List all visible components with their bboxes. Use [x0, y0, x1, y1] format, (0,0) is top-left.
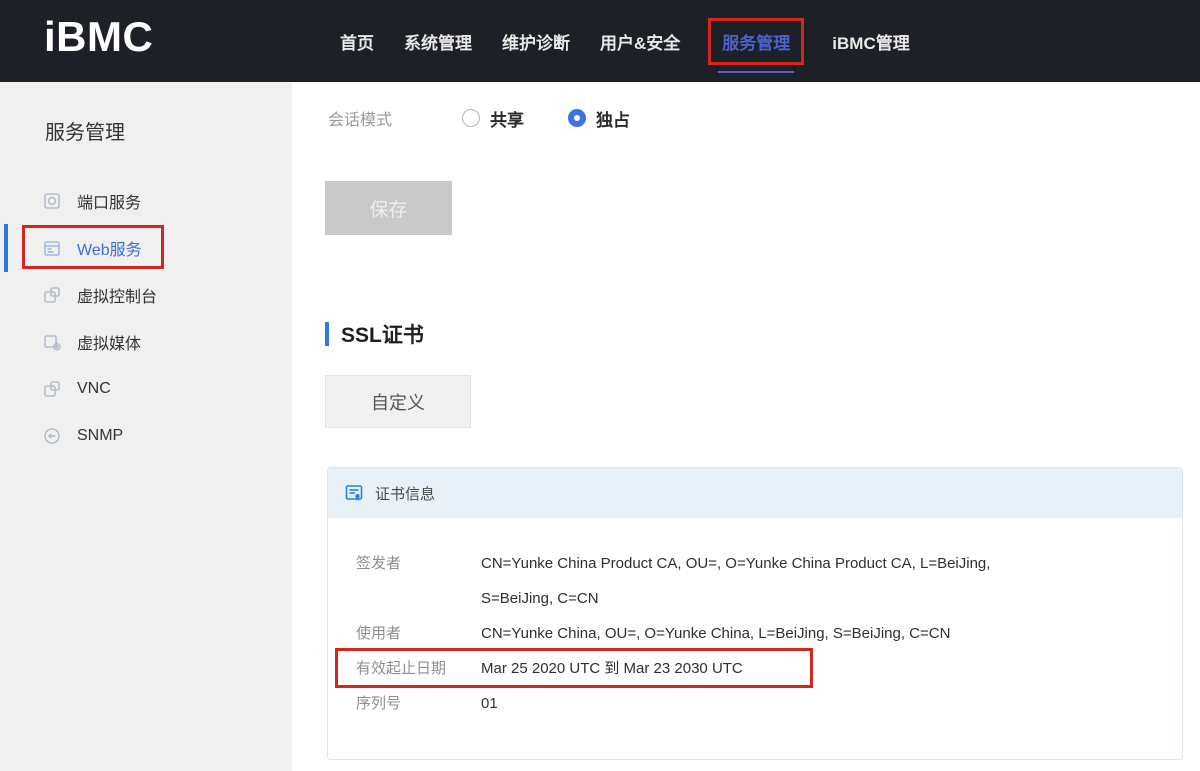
ssl-section-title: SSL证书 — [341, 319, 424, 349]
nav-item-maintenance-diagnosis[interactable]: 维护诊断 — [500, 0, 572, 82]
sidebar-item-port-service[interactable]: 端口服务 — [0, 177, 292, 224]
virtual-console-icon — [42, 285, 62, 305]
section-accent-bar — [325, 322, 329, 346]
nav-label: 首页 — [338, 21, 376, 62]
vnc-icon — [42, 379, 62, 399]
main-content: 会话模式 共享 独占 保存 SSL证书 自定义 证书信息 签发者 CN=Yunk… — [292, 82, 1200, 771]
certificate-info-panel: 证书信息 签发者 CN=Yunke China Product CA, OU=,… — [327, 467, 1183, 760]
radio-exclusive[interactable] — [568, 109, 586, 127]
cert-row-serial: 序列号 01 — [356, 686, 1182, 721]
cert-row-validity: 有效起止日期 Mar 25 2020 UTC 到 Mar 23 2030 UTC — [356, 651, 1182, 686]
certificate-panel-title: 证书信息 — [375, 483, 435, 504]
cert-row-value: Mar 25 2020 UTC 到 Mar 23 2030 UTC — [481, 651, 743, 686]
web-service-icon — [42, 238, 62, 258]
radio-shared-label: 共享 — [490, 106, 524, 131]
nav-item-service-management[interactable]: 服务管理 — [708, 0, 804, 82]
nav-label: 维护诊断 — [500, 21, 572, 62]
sidebar-item-snmp[interactable]: SNMP — [0, 412, 292, 459]
nav-label: 系统管理 — [402, 21, 474, 62]
nav-label: 用户&安全 — [598, 21, 682, 62]
cert-row-label: 有效起止日期 — [356, 651, 481, 686]
cert-row-issuer: 签发者 CN=Yunke China Product CA, OU=, O=Yu… — [356, 546, 1182, 616]
port-service-icon — [42, 191, 62, 211]
sidebar-item-virtual-media[interactable]: 虚拟媒体 — [0, 318, 292, 365]
ssl-section-header: SSL证书 — [325, 319, 424, 349]
sidebar-item-label: VNC — [77, 380, 111, 398]
cert-row-label: 序列号 — [356, 686, 481, 721]
virtual-media-icon — [42, 332, 62, 352]
cert-row-value: CN=Yunke China, OU=, O=Yunke China, L=Be… — [481, 616, 950, 651]
snmp-icon — [42, 426, 62, 446]
radio-shared[interactable] — [462, 109, 480, 127]
sidebar-title: 服务管理 — [45, 116, 292, 145]
ibmc-logo: iBMC — [44, 13, 153, 61]
sidebar-item-label: 虚拟媒体 — [77, 330, 141, 354]
sidebar-item-vnc[interactable]: VNC — [0, 365, 292, 412]
sidebar-item-label: SNMP — [77, 427, 123, 445]
cert-row-value: 01 — [481, 686, 498, 721]
top-bar: iBMC 首页 系统管理 维护诊断 用户&安全 服务管理 iBMC管理 — [0, 0, 1200, 82]
nav-item-system-management[interactable]: 系统管理 — [402, 0, 474, 82]
annotation-box-nav: 服务管理 — [708, 18, 804, 65]
session-mode-row: 会话模式 共享 独占 — [328, 104, 674, 132]
cert-row-label: 使用者 — [356, 616, 481, 651]
sidebar-item-web-service[interactable]: Web服务 — [0, 224, 292, 271]
sidebar-items: 端口服务 Web服务 虚拟控制台 虚拟媒体 VNC — [0, 177, 292, 459]
sidebar-item-virtual-console[interactable]: 虚拟控制台 — [0, 271, 292, 318]
sidebar-item-label: 虚拟控制台 — [77, 283, 157, 307]
cert-row-value: CN=Yunke China Product CA, OU=, O=Yunke … — [481, 546, 1066, 616]
top-nav: 首页 系统管理 维护诊断 用户&安全 服务管理 iBMC管理 — [338, 0, 912, 82]
nav-label: iBMC管理 — [830, 21, 911, 62]
sidebar-item-label: Web服务 — [77, 236, 142, 260]
nav-item-ibmc-management[interactable]: iBMC管理 — [830, 0, 911, 82]
session-mode-label: 会话模式 — [328, 106, 462, 130]
customize-button[interactable]: 自定义 — [325, 375, 471, 428]
nav-item-user-security[interactable]: 用户&安全 — [598, 0, 682, 82]
nav-item-home[interactable]: 首页 — [338, 0, 376, 82]
radio-dot — [574, 115, 580, 121]
certificate-panel-body: 签发者 CN=Yunke China Product CA, OU=, O=Yu… — [328, 518, 1182, 721]
cert-row-label: 签发者 — [356, 546, 481, 616]
save-button[interactable]: 保存 — [325, 181, 452, 235]
certificate-panel-header: 证书信息 — [328, 468, 1182, 518]
sidebar: 服务管理 端口服务 Web服务 虚拟控制台 虚拟媒体 — [0, 82, 292, 771]
cert-row-subject: 使用者 CN=Yunke China, OU=, O=Yunke China, … — [356, 616, 1182, 651]
sidebar-item-label: 端口服务 — [77, 189, 141, 213]
radio-exclusive-label: 独占 — [596, 106, 630, 131]
selected-indicator-bar — [4, 224, 8, 272]
certificate-icon — [344, 483, 364, 503]
